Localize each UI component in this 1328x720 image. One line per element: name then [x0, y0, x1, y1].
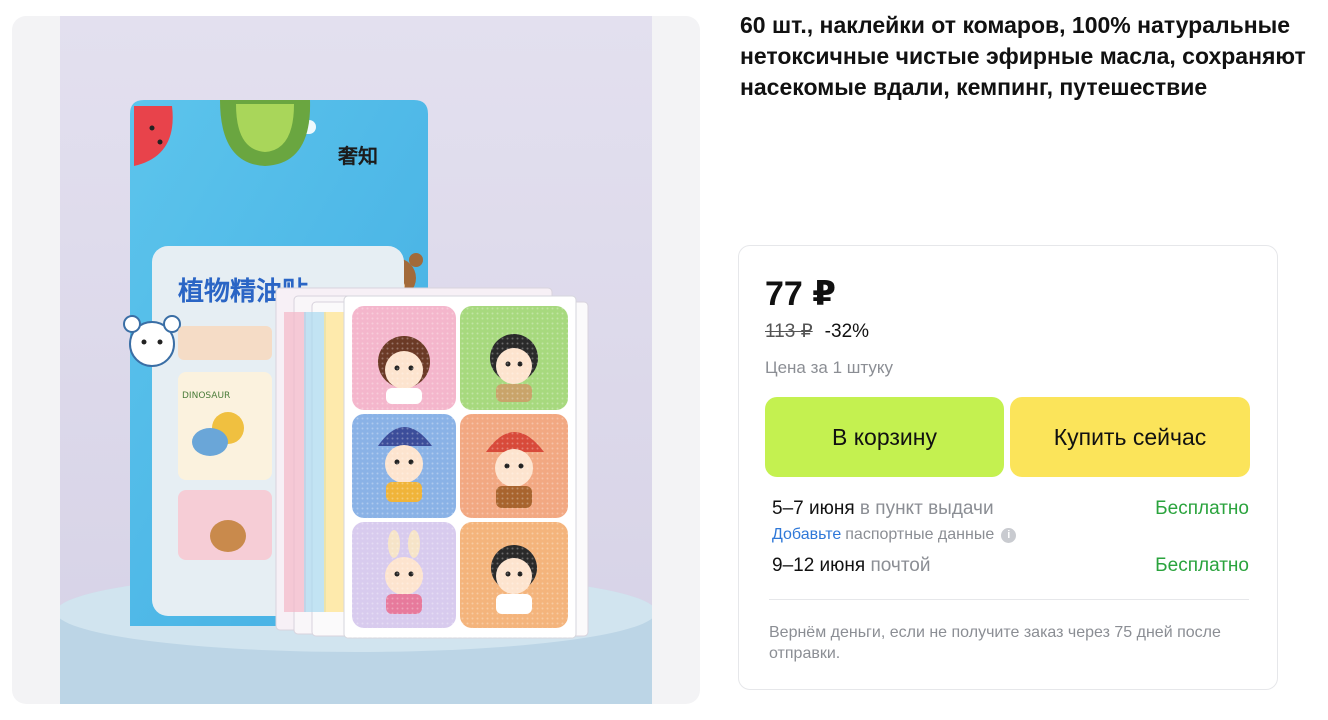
- add-passport-link[interactable]: Добавьте: [772, 526, 841, 544]
- old-price: 113 ₽: [765, 321, 813, 342]
- delivery-post-row: 9–12 июня почтой Бесплатно: [772, 555, 1249, 577]
- pickup-cost: Бесплатно: [1155, 498, 1249, 519]
- product-image-card[interactable]: 奢知 植物精油贴 DINOSAUR: [12, 16, 700, 704]
- pickup-dates: 5–7 июня: [772, 498, 855, 519]
- sticker-text: DINOSAUR: [182, 391, 230, 401]
- post-method: почтой: [870, 555, 931, 576]
- brand-text: 奢知: [337, 144, 378, 168]
- passport-text: паспортные данные: [845, 526, 995, 543]
- pickup-option: 5–7 июня в пункт выдачи: [772, 498, 994, 520]
- info-icon[interactable]: i: [1001, 527, 1017, 543]
- add-to-cart-button[interactable]: В корзину: [765, 397, 1004, 477]
- post-option: 9–12 июня почтой: [772, 555, 931, 577]
- product-title: 60 шт., наклейки от комаров, 100% натура…: [740, 12, 1306, 100]
- product-photo: 奢知 植物精油贴 DINOSAUR: [60, 16, 652, 704]
- post-dates: 9–12 июня: [772, 555, 866, 576]
- pickup-method: в пункт выдачи: [859, 498, 994, 519]
- buy-now-button[interactable]: Купить сейчас: [1010, 397, 1250, 477]
- passport-note: Добавьте паспортные данные i: [772, 526, 1017, 544]
- current-price: 77 ₽: [765, 275, 836, 313]
- refund-note: Вернём деньги, если не получите заказ че…: [769, 624, 1221, 662]
- discount-badge: -32%: [824, 321, 870, 342]
- delivery-pickup-row: 5–7 июня в пункт выдачи Бесплатно: [772, 498, 1249, 520]
- unit-price-note: Цена за 1 штуку: [765, 358, 893, 377]
- divider: [769, 599, 1249, 600]
- buy-box: 77 ₽ 113 ₽ -32% Цена за 1 штуку В корзину…: [738, 245, 1278, 690]
- post-cost: Бесплатно: [1155, 555, 1249, 576]
- old-price-row: 113 ₽ -32%: [765, 320, 869, 343]
